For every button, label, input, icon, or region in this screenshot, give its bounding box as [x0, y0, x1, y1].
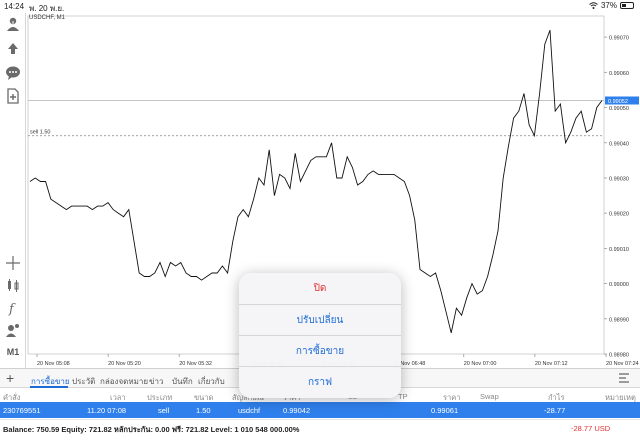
battery-icon: [620, 2, 634, 9]
y-tick-label: 0.99070: [609, 36, 629, 42]
new-order-icon[interactable]: [4, 87, 22, 105]
active-tab-indicator: [30, 386, 68, 388]
y-tick-label: 0.98990: [609, 317, 629, 323]
x-tick-label: 20 Nov 07:00: [464, 361, 497, 367]
x-tick-label: 20 Nov 05:32: [179, 361, 212, 367]
order-id: 230769551: [3, 406, 41, 415]
x-tick-label: 20 Nov 05:20: [108, 361, 141, 367]
y-tick-label: 0.99000: [609, 282, 629, 288]
add-icon[interactable]: +: [6, 371, 14, 385]
order-open-price: 0.99042: [283, 406, 311, 415]
wifi-icon: [589, 2, 598, 9]
status-time: 14:24: [4, 2, 25, 11]
crosshair-icon[interactable]: [4, 254, 22, 272]
col-swap: Swap: [480, 392, 499, 401]
tab-about[interactable]: เกี่ยวกับ: [198, 375, 225, 388]
chart-type-icon[interactable]: [4, 276, 22, 294]
indicators-icon[interactable]: f: [4, 299, 22, 317]
collapse-panel-icon[interactable]: [618, 373, 630, 384]
table-row[interactable]: 230769551 11.20 07:08 sell 1.50 usdchf 0…: [0, 402, 640, 418]
order-context-menu: ปิด ปรับเปลี่ยน การซื้อขาย กราฟ: [239, 273, 401, 398]
total-profit: -28.77 USD: [571, 424, 611, 433]
y-tick-label: 0.99020: [609, 212, 629, 218]
order-time: 11.20 07:08: [87, 406, 127, 415]
y-tick-label: 0.99010: [609, 247, 629, 253]
trade-button[interactable]: การซื้อขาย: [239, 335, 401, 366]
one-click-trading-icon[interactable]: [4, 15, 22, 33]
order-current-price: 0.99061: [431, 406, 459, 415]
order-symbol: usdchf: [238, 406, 261, 415]
tab-news[interactable]: ข่าว: [149, 375, 163, 388]
tab-history[interactable]: ประวัติ: [72, 375, 95, 388]
y-tick-label: 0.99050: [609, 106, 629, 112]
x-tick-label: 20 Nov 07:24: [606, 361, 639, 367]
tab-mailbox[interactable]: กล่องจดหมาย: [100, 375, 148, 388]
chart-toolbar: f M1: [0, 13, 26, 368]
svg-text:f: f: [8, 302, 16, 316]
chart-symbol-title: USDCHF, M1: [29, 15, 66, 21]
y-tick-label: 0.99040: [609, 141, 629, 147]
bid-price-label: 0.99052: [608, 99, 628, 105]
tab-journal[interactable]: บันทึก: [172, 375, 193, 388]
account-summary: Balance: 750.59 Equity: 721.82 หลักประกั…: [3, 425, 300, 434]
x-tick-label: 20 Nov 07:12: [535, 361, 568, 367]
close-order-button[interactable]: ปิด: [239, 273, 401, 304]
y-tick-label: 0.99030: [609, 176, 629, 182]
objects-icon[interactable]: [4, 321, 22, 339]
order-volume: 1.50: [196, 406, 211, 415]
status-indicators: 37%: [589, 1, 634, 10]
battery-percent: 37%: [600, 1, 617, 10]
y-tick-label: 0.99060: [609, 71, 629, 77]
sell-order-label: sell 1.50: [30, 130, 51, 136]
trade-arrows-icon[interactable]: [4, 40, 22, 58]
chart-button[interactable]: กราฟ: [239, 366, 401, 397]
status-bar: 14:24 พ. 20 พ.ย. 37%: [0, 0, 640, 13]
x-tick-label: 20 Nov 05:08: [37, 361, 70, 367]
timeframe-button[interactable]: M1: [4, 343, 22, 361]
y-tick-label: 0.98980: [609, 353, 629, 359]
order-type: sell: [158, 406, 170, 415]
account-summary-row: Balance: 750.59 Equity: 721.82 หลักประกั…: [0, 419, 640, 435]
modify-order-button[interactable]: ปรับเปลี่ยน: [239, 304, 401, 335]
chat-icon[interactable]: [4, 64, 22, 82]
order-profit: -28.77: [544, 406, 566, 415]
